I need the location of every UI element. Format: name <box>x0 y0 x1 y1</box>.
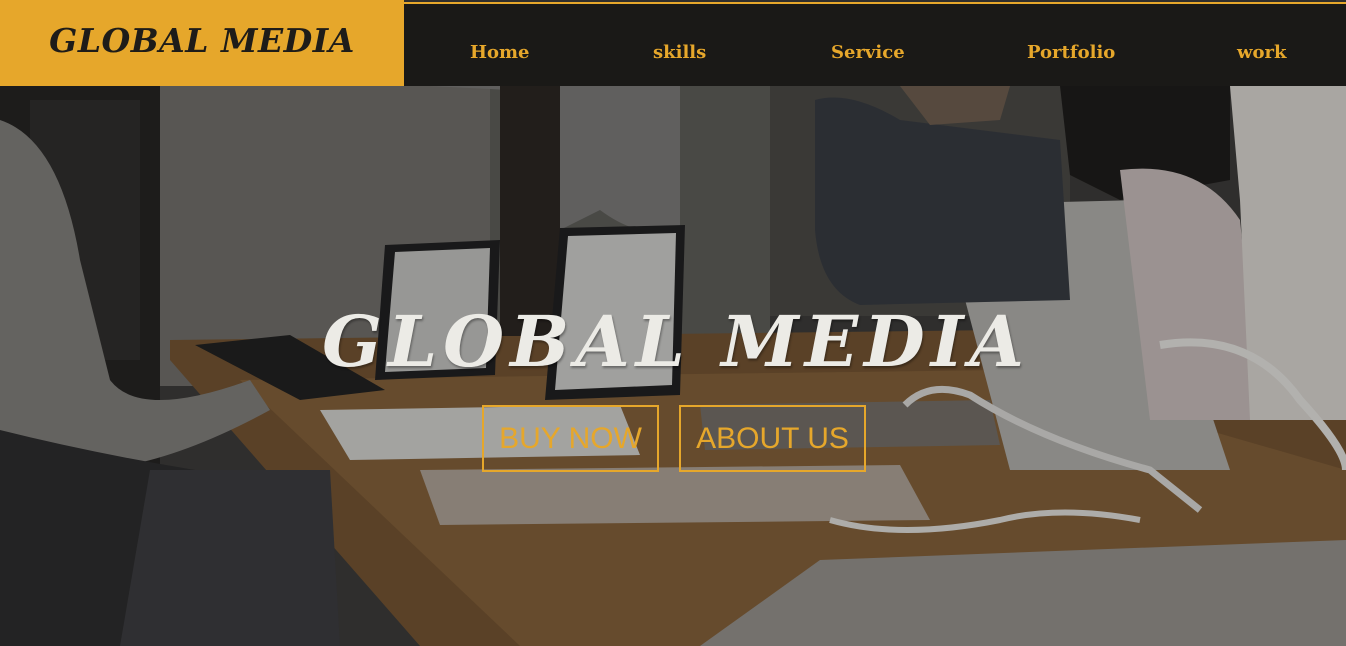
site-header: GLOBAL MEDIA Home skills Service Portfol… <box>0 0 1346 86</box>
hero-button-group: BUY NOW ABOUT US <box>482 405 866 472</box>
about-us-button[interactable]: ABOUT US <box>679 405 866 472</box>
page: GLOBAL MEDIA Home skills Service Portfol… <box>0 0 1346 646</box>
logo-text: GLOBAL MEDIA <box>49 20 355 60</box>
logo-box[interactable]: GLOBAL MEDIA <box>0 0 404 86</box>
hero-title: GLOBAL MEDIA <box>322 300 1030 383</box>
nav-item-work[interactable]: work <box>1237 42 1286 63</box>
buy-now-button[interactable]: BUY NOW <box>482 405 659 472</box>
nav-item-portfolio[interactable]: Portfolio <box>1027 42 1115 63</box>
nav-item-home[interactable]: Home <box>470 42 530 63</box>
nav-item-skills[interactable]: skills <box>653 42 706 63</box>
nav-item-service[interactable]: Service <box>831 42 905 63</box>
main-navigation: Home skills Service Portfolio work <box>404 2 1346 86</box>
